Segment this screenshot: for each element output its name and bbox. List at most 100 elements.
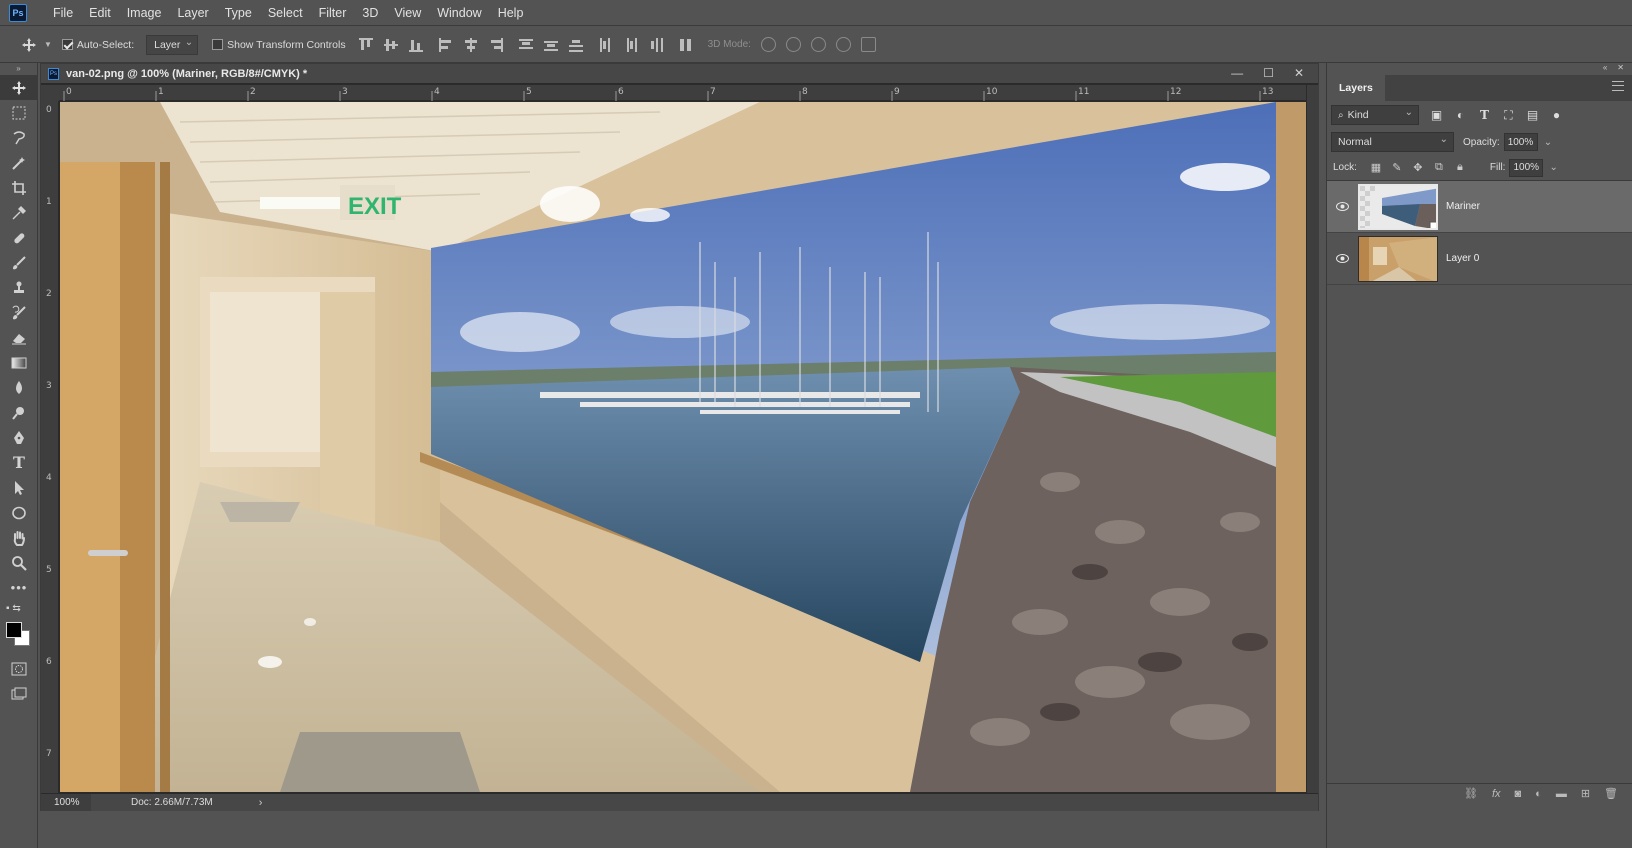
- tab-layers[interactable]: Layers: [1327, 75, 1385, 101]
- new-layer-icon[interactable]: ⊞: [1581, 787, 1590, 800]
- distribute-right-icon[interactable]: [648, 37, 664, 53]
- ruler-origin[interactable]: [41, 85, 59, 101]
- marquee-tool-icon[interactable]: [0, 100, 38, 125]
- maximize-icon[interactable]: ☐: [1263, 66, 1274, 80]
- chevron-down-icon[interactable]: ▼: [44, 40, 52, 49]
- fill-input[interactable]: 100%: [1509, 158, 1544, 177]
- fill-dropdown-icon[interactable]: ⌄: [1549, 162, 1557, 173]
- status-menu-arrow-icon[interactable]: ›: [259, 797, 263, 809]
- lasso-tool-icon[interactable]: [0, 125, 38, 150]
- new-adjustment-layer-icon[interactable]: ◐: [1535, 788, 1542, 800]
- menu-3d[interactable]: 3D: [354, 6, 386, 20]
- lock-all-icon[interactable]: 🔒︎: [1454, 161, 1466, 174]
- move-tool-icon[interactable]: [0, 75, 38, 100]
- document-canvas[interactable]: EXIT: [60, 102, 1306, 792]
- distribute-vcenter-icon[interactable]: [543, 37, 559, 53]
- screen-mode-icon[interactable]: [0, 681, 38, 706]
- collapse-toolbar-icon[interactable]: »: [0, 63, 37, 75]
- gradient-tool-icon[interactable]: [0, 350, 38, 375]
- menu-type[interactable]: Type: [217, 6, 260, 20]
- healing-brush-tool-icon[interactable]: [0, 225, 38, 250]
- close-icon[interactable]: ✕: [1294, 66, 1304, 80]
- blur-tool-icon[interactable]: [0, 375, 38, 400]
- distribute-bottom-icon[interactable]: [568, 37, 584, 53]
- clone-stamp-tool-icon[interactable]: [0, 275, 38, 300]
- path-selection-tool-icon[interactable]: [0, 475, 38, 500]
- align-horizontal-centers-icon[interactable]: [463, 37, 479, 53]
- layer-style-fx-icon[interactable]: fx: [1492, 788, 1501, 800]
- visibility-eye-icon[interactable]: [1327, 254, 1357, 263]
- slide-3d-icon[interactable]: [835, 37, 851, 52]
- panel-menu-icon[interactable]: [1612, 81, 1624, 91]
- layer-name[interactable]: Layer 0: [1446, 253, 1479, 264]
- align-vertical-centers-icon[interactable]: [383, 37, 399, 53]
- scale-3d-icon[interactable]: [860, 37, 876, 52]
- layer-row[interactable]: Layer 0: [1327, 233, 1632, 285]
- brush-tool-icon[interactable]: [0, 250, 38, 275]
- ellipse-tool-icon[interactable]: [0, 500, 38, 525]
- filter-shape-layers-icon[interactable]: ⛶: [1502, 108, 1515, 122]
- show-transform-controls-checkbox[interactable]: [212, 39, 224, 50]
- pen-tool-icon[interactable]: [0, 425, 38, 450]
- crop-tool-icon[interactable]: [0, 175, 38, 200]
- layer-row[interactable]: Mariner: [1327, 181, 1632, 233]
- foreground-color-swatch[interactable]: [6, 622, 22, 638]
- menu-file[interactable]: File: [45, 6, 81, 20]
- more-tools-icon[interactable]: •••: [0, 575, 38, 600]
- dodge-tool-icon[interactable]: [0, 400, 38, 425]
- align-bottom-edges-icon[interactable]: [408, 37, 424, 53]
- distribute-top-icon[interactable]: [518, 37, 534, 53]
- document-tab[interactable]: Ps van-02.png @ 100% (Mariner, RGB/8#/CM…: [41, 64, 1318, 84]
- distribute-hcenter-icon[interactable]: [623, 37, 639, 53]
- filter-toggle-icon[interactable]: ●: [1550, 108, 1563, 122]
- lock-transparent-pixels-icon[interactable]: ▦: [1370, 162, 1382, 174]
- pan-3d-icon[interactable]: [810, 37, 826, 52]
- auto-align-layers-icon[interactable]: [678, 37, 694, 53]
- move-tool-preset-icon[interactable]: [14, 37, 44, 53]
- layer-name[interactable]: Mariner: [1446, 201, 1480, 212]
- menu-image[interactable]: Image: [119, 6, 170, 20]
- link-layers-icon[interactable]: ⛓: [1464, 787, 1478, 800]
- magic-wand-tool-icon[interactable]: [0, 150, 38, 175]
- minimize-icon[interactable]: —: [1231, 66, 1243, 80]
- default-swap-colors-icon[interactable]: ▪ ⇆: [0, 600, 38, 616]
- vertical-ruler[interactable]: 0 1 2 3 4 5 6 7: [41, 101, 59, 793]
- history-brush-tool-icon[interactable]: [0, 300, 38, 325]
- add-mask-icon[interactable]: ◙: [1515, 788, 1522, 800]
- close-panel-icon[interactable]: ✕: [1617, 63, 1624, 75]
- orbit-3d-icon[interactable]: [760, 37, 776, 52]
- filter-adjustment-layers-icon[interactable]: ◐: [1454, 108, 1467, 122]
- vertical-scrollbar[interactable]: [1307, 85, 1319, 793]
- delete-layer-icon[interactable]: 🗑︎: [1604, 787, 1618, 800]
- lock-image-pixels-icon[interactable]: ✎: [1391, 162, 1403, 174]
- zoom-level[interactable]: 100%: [41, 794, 91, 811]
- opacity-input[interactable]: 100%: [1503, 133, 1538, 151]
- distribute-left-icon[interactable]: [598, 37, 614, 53]
- filter-kind-dropdown[interactable]: ⌕ Kind: [1331, 105, 1419, 125]
- menu-select[interactable]: Select: [260, 6, 311, 20]
- auto-select-checkbox[interactable]: [61, 39, 73, 50]
- visibility-eye-icon[interactable]: [1327, 202, 1357, 211]
- collapse-panels-icon[interactable]: «: [1603, 63, 1607, 75]
- filter-smart-objects-icon[interactable]: ▤: [1526, 108, 1539, 122]
- zoom-tool-icon[interactable]: [0, 550, 38, 575]
- lock-artboard-icon[interactable]: ⧉: [1433, 161, 1445, 174]
- menu-edit[interactable]: Edit: [81, 6, 119, 20]
- filter-type-layers-icon[interactable]: T: [1478, 108, 1491, 122]
- align-right-edges-icon[interactable]: [488, 37, 504, 53]
- menu-layer[interactable]: Layer: [169, 6, 216, 20]
- lock-position-icon[interactable]: ✥: [1412, 162, 1424, 174]
- menu-filter[interactable]: Filter: [311, 6, 355, 20]
- filter-pixel-layers-icon[interactable]: ▣: [1430, 108, 1443, 122]
- roll-3d-icon[interactable]: [785, 37, 801, 52]
- menu-window[interactable]: Window: [429, 6, 489, 20]
- menu-help[interactable]: Help: [490, 6, 532, 20]
- quick-mask-icon[interactable]: [0, 656, 38, 681]
- type-tool-icon[interactable]: T: [0, 450, 38, 475]
- new-group-icon[interactable]: ▬: [1556, 788, 1567, 800]
- opacity-dropdown-icon[interactable]: ⌄: [1544, 137, 1552, 148]
- align-top-edges-icon[interactable]: [358, 37, 374, 53]
- eraser-tool-icon[interactable]: [0, 325, 38, 350]
- eyedropper-tool-icon[interactable]: [0, 200, 38, 225]
- hand-tool-icon[interactable]: [0, 525, 38, 550]
